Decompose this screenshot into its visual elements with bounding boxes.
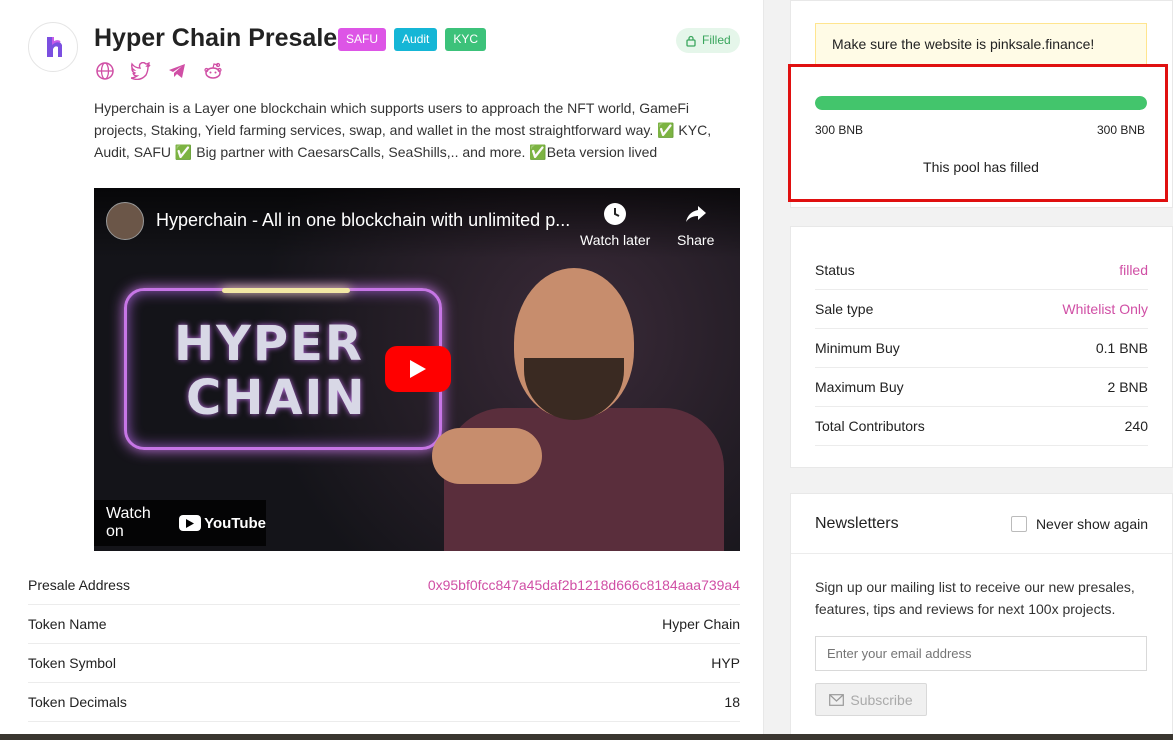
telegram-icon[interactable] [166, 60, 188, 82]
newsletter-text: Sign up our mailing list to receive our … [815, 579, 1135, 617]
row-value: 18 [724, 694, 740, 710]
subscribe-button[interactable]: Subscribe [815, 683, 927, 716]
safu-badge: SAFU [338, 28, 387, 51]
audit-badge[interactable]: Audit [394, 28, 438, 51]
row-label: Token Decimals [28, 694, 127, 710]
kyc-badge[interactable]: KYC [445, 28, 487, 51]
mail-icon [829, 693, 845, 706]
never-show-again-toggle[interactable]: Never show again [1010, 515, 1148, 532]
project-logo [28, 22, 78, 72]
presale-panel: Hyper Chain Presale SAFU Audit KYC Fille… [0, 0, 764, 740]
taskbar-strip [0, 734, 1173, 740]
row-value: HYP [711, 655, 740, 671]
share-button[interactable]: Share [677, 202, 714, 248]
row-label: Maximum Buy [815, 379, 904, 395]
lock-icon [686, 35, 696, 47]
presale-address-link[interactable]: 0x95bf0fcc847a45daf2b1218d666c8184aaa739… [428, 577, 740, 593]
youtube-logo: YouTube [179, 515, 266, 532]
page-title: Hyper Chain Presale [94, 24, 338, 52]
sale-info-card: Status filled Sale type Whitelist Only M… [790, 226, 1173, 468]
neon-line [222, 288, 350, 293]
row-value: 0.1 BNB [1095, 340, 1148, 356]
table-row: Status filled [815, 251, 1148, 290]
row-label: Presale Address [28, 577, 130, 593]
row-value: filled [1119, 262, 1148, 278]
table-row: Total Contributors 240 [815, 407, 1148, 446]
newsletter-card: Newsletters Never show again Sign up our… [790, 493, 1173, 740]
never-show-checkbox[interactable] [1010, 515, 1027, 532]
row-label: Sale type [815, 301, 874, 317]
row-label: Minimum Buy [815, 340, 900, 356]
row-value: Hyper Chain [662, 616, 740, 632]
row-label: Status [815, 262, 855, 278]
watch-on-youtube-button[interactable]: Watch on YouTube [94, 500, 266, 546]
channel-avatar[interactable] [106, 202, 144, 240]
row-value: Whitelist Only [1062, 301, 1148, 317]
table-row: Minimum Buy 0.1 BNB [815, 329, 1148, 368]
twitter-icon[interactable] [130, 60, 152, 82]
row-label: Token Name [28, 616, 107, 632]
clock-icon [604, 203, 627, 225]
video-embed[interactable]: HYPER CHAIN Hyperchain - All in one bloc… [94, 188, 740, 551]
watch-later-label: Watch later [580, 232, 651, 248]
table-row: Token Symbol HYP [28, 644, 740, 683]
table-row: Token Decimals 18 [28, 683, 740, 722]
globe-icon[interactable] [94, 60, 116, 82]
subscribe-label: Subscribe [850, 691, 913, 708]
status-badge-label: Filled [702, 33, 731, 47]
never-show-label: Never show again [1035, 515, 1148, 532]
play-icon [410, 360, 426, 378]
youtube-play-icon [179, 515, 202, 531]
row-value: 240 [1124, 418, 1148, 434]
watch-on-label: Watch on [106, 505, 151, 540]
thumbnail-text-hyper: HYPER [174, 316, 364, 372]
newsletter-title: Newsletters [815, 514, 899, 532]
video-title[interactable]: Hyperchain - All in one blockchain with … [156, 210, 570, 231]
email-field[interactable] [815, 636, 1147, 671]
sidebar: Make sure the website is pinksale.financ… [778, 0, 1173, 740]
table-row: Presale Address 0x95bf0fcc847a45daf2b121… [28, 566, 740, 605]
reddit-icon[interactable] [202, 60, 224, 82]
watch-later-button[interactable]: Watch later [580, 202, 650, 248]
token-info-table: Presale Address 0x95bf0fcc847a45daf2b121… [28, 566, 740, 722]
youtube-label: YouTube [204, 514, 266, 532]
row-label: Token Symbol [28, 655, 116, 671]
status-badge: Filled [676, 28, 740, 53]
presenter-figure [432, 268, 724, 551]
row-label: Total Contributors [815, 418, 925, 434]
thumbnail-text-chain: CHAIN [186, 370, 367, 426]
share-label: Share [677, 232, 715, 248]
share-icon [685, 206, 706, 222]
table-row: Maximum Buy 2 BNB [815, 368, 1148, 407]
project-description: Hyperchain is a Layer one blockchain whi… [94, 100, 712, 160]
table-row: Token Name Hyper Chain [28, 605, 740, 644]
highlight-box [788, 64, 1168, 202]
play-button[interactable] [385, 346, 451, 392]
row-value: 2 BNB [1107, 379, 1148, 395]
table-row: Sale type Whitelist Only [815, 290, 1148, 329]
warning-banner: Make sure the website is pinksale.financ… [815, 23, 1147, 65]
